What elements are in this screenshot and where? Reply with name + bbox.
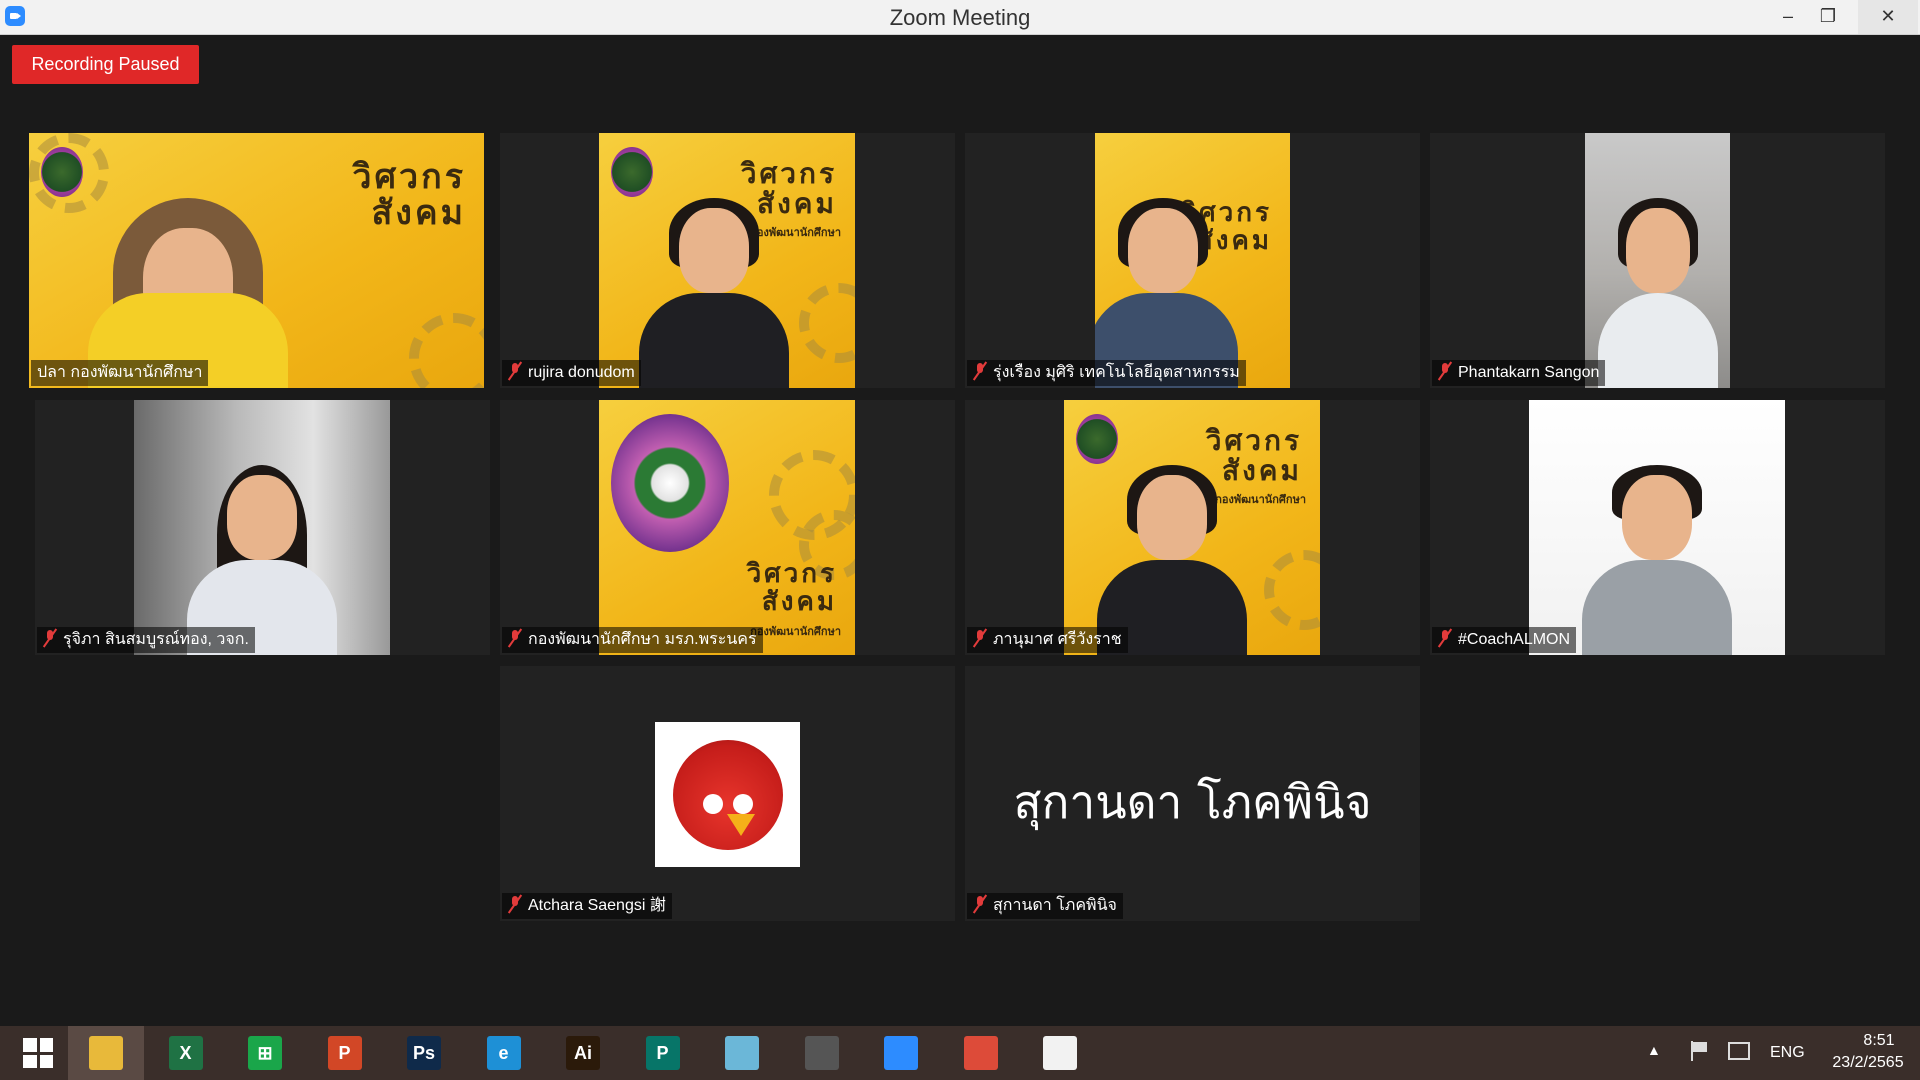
participant-video: วิศวกร สังคม กองพัฒนานักศึกษา <box>599 133 855 388</box>
publisher-icon: P <box>645 1036 680 1070</box>
participant-video: วิศวกร สังคม <box>1095 133 1290 388</box>
participant-tile[interactable]: วิศวกร สังคม กองพัฒนานักศึกษา ภานุมาศ ศรี… <box>965 400 1420 655</box>
taskbar-store-button[interactable]: ⊞ <box>227 1026 303 1080</box>
internet-explorer-icon: e <box>486 1036 521 1070</box>
participant-video <box>1585 133 1730 388</box>
participant-tile[interactable]: สุกานดา โภคพินิจ สุกานดา โภคพินิจ <box>965 666 1420 921</box>
mic-muted-icon <box>508 362 522 380</box>
taskbar-paint-button[interactable] <box>1022 1026 1098 1080</box>
participant-tile[interactable]: รุจิภา สินสมบูรณ์ทอง, วจก. <box>35 400 490 655</box>
taskbar-excel-button[interactable]: X <box>148 1026 224 1080</box>
participant-video: วิศวกร สังคม <box>29 133 484 388</box>
mic-muted-icon <box>973 629 987 647</box>
participant-name-label: สุกานดา โภคพินิจ <box>967 893 1123 919</box>
taskbar: ▲ ENG 8:51 23/2/2565 X ⊞ P Ps e Ai P <box>0 1026 1920 1080</box>
angry-bird-avatar <box>673 740 783 850</box>
participant-video <box>134 400 390 655</box>
taskbar-zoom-button[interactable] <box>863 1026 939 1080</box>
university-logo <box>611 147 653 197</box>
store-icon: ⊞ <box>248 1036 282 1070</box>
participant-video <box>1529 400 1785 655</box>
clock-date[interactable]: 23/2/2565 <box>1822 1054 1914 1072</box>
participant-tile[interactable]: วิศวกร สังคม กองพัฒนานักศึกษา rujira donu… <box>500 133 955 388</box>
notes-icon <box>725 1036 759 1070</box>
mic-muted-icon <box>508 895 522 913</box>
gear-icon <box>409 313 484 388</box>
participant-name-label: กองพัฒนานักศึกษา มรภ.พระนคร <box>502 627 763 653</box>
university-logo <box>1076 414 1118 464</box>
participant-person <box>1582 465 1732 655</box>
participant-name-label: rujira donudom <box>502 360 641 386</box>
participant-avatar <box>655 722 800 867</box>
show-hidden-icons-icon[interactable]: ▲ <box>1647 1042 1661 1058</box>
participant-tile[interactable]: วิศวกร สังคม รุ่งเรือง มุศิริ เทคโนโลยีอุ… <box>965 133 1420 388</box>
taskbar-notes-button[interactable] <box>704 1026 780 1080</box>
participant-tile[interactable]: วิศวกร สังคม กองพัฒนานักศึกษา กองพัฒนานัก… <box>500 400 955 655</box>
zoom-icon <box>884 1036 918 1070</box>
participant-display-name: สุกานดา โภคพินิจ <box>1013 775 1372 829</box>
participant-tile[interactable]: #CoachALMON <box>1430 400 1885 655</box>
participant-tile[interactable]: Phantakarn Sangon <box>1430 133 1885 388</box>
recording-status-badge[interactable]: Recording Paused <box>12 45 199 84</box>
network-icon[interactable] <box>1728 1042 1750 1060</box>
poster-title: วิศวกร สังคม <box>352 157 466 233</box>
excel-icon: X <box>168 1036 203 1070</box>
mic-muted-icon <box>973 895 987 913</box>
chrome-icon <box>963 1036 998 1070</box>
illustrator-icon: Ai <box>566 1036 600 1070</box>
window-title: Zoom Meeting <box>889 5 1031 30</box>
poster-subtitle: กองพัฒนานักศึกษา <box>750 626 841 638</box>
participant-name-label: รุ่งเรือง มุศิริ เทคโนโลยีอุตสาหกรรม <box>967 360 1246 386</box>
university-logo <box>611 414 729 552</box>
start-button[interactable] <box>0 1026 76 1080</box>
clock-time[interactable]: 8:51 <box>1846 1032 1912 1050</box>
participant-name-label: #CoachALMON <box>1432 627 1577 653</box>
mic-muted-icon <box>43 629 57 647</box>
language-indicator[interactable]: ENG <box>1770 1044 1805 1062</box>
poster-title: วิศวกร สังคม <box>746 559 837 617</box>
maximize-button[interactable]: ❐ <box>1805 0 1851 34</box>
photoscape-icon <box>804 1036 839 1070</box>
paint-icon <box>1043 1036 1077 1070</box>
windows-logo-icon <box>23 1038 53 1068</box>
participant-video: วิศวกร สังคม กองพัฒนานักศึกษา <box>1064 400 1320 655</box>
taskbar-publisher-button[interactable]: P <box>625 1026 701 1080</box>
participant-name-label: ภานุมาศ ศรีวังราช <box>967 627 1128 653</box>
close-button[interactable]: ✕ <box>1858 0 1918 34</box>
participant-video: วิศวกร สังคม กองพัฒนานักศึกษา <box>599 400 855 655</box>
taskbar-powerpoint-button[interactable]: P <box>307 1026 383 1080</box>
mic-muted-icon <box>1438 362 1452 380</box>
taskbar-photoshop-button[interactable]: Ps <box>386 1026 462 1080</box>
participant-name-label: ปลา กองพัฒนานักศึกษา <box>31 360 209 386</box>
mic-muted-icon <box>1438 629 1452 647</box>
title-bar: Zoom Meeting – ❐ ✕ <box>0 0 1920 35</box>
participant-person <box>639 198 790 388</box>
participant-name-label: Phantakarn Sangon <box>1432 360 1606 386</box>
participant-tile[interactable]: Atchara Saengsi 謝 <box>500 666 955 921</box>
action-center-flag-icon[interactable] <box>1688 1040 1710 1062</box>
taskbar-internet-explorer-button[interactable]: e <box>466 1026 542 1080</box>
taskbar-chrome-button[interactable] <box>943 1026 1019 1080</box>
file-explorer-icon <box>89 1036 123 1070</box>
taskbar-illustrator-button[interactable]: Ai <box>545 1026 621 1080</box>
gear-icon <box>1264 550 1320 630</box>
taskbar-photoscape-button[interactable] <box>784 1026 860 1080</box>
participant-name-label: Atchara Saengsi 謝 <box>502 893 672 919</box>
participant-person <box>1597 198 1718 388</box>
gear-icon <box>799 283 855 363</box>
participant-tile[interactable]: วิศวกร สังคม ปลา กองพัฒนานักศึกษา <box>29 133 484 388</box>
mic-muted-icon <box>973 362 987 380</box>
photoshop-icon: Ps <box>407 1036 441 1070</box>
taskbar-file-explorer-button[interactable] <box>68 1026 144 1080</box>
participant-name-label: รุจิภา สินสมบูรณ์ทอง, วจก. <box>37 627 255 653</box>
powerpoint-icon: P <box>327 1036 362 1070</box>
mic-muted-icon <box>508 629 522 647</box>
